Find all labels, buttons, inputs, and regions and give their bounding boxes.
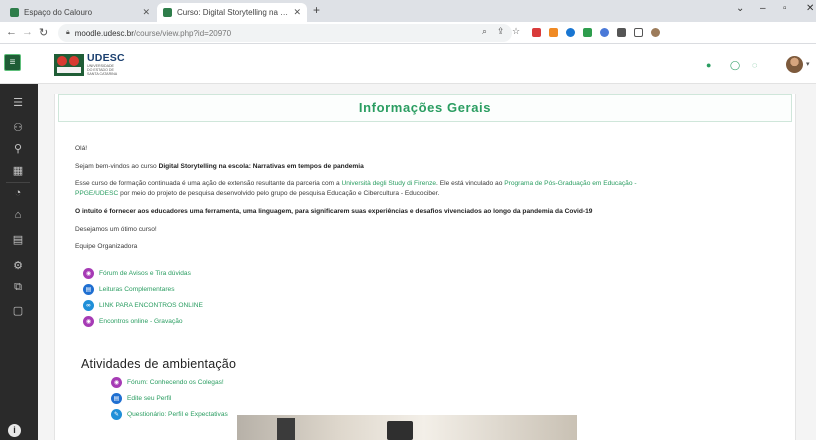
- address-toolbar: ← → ↻ 🔒︎ moodle.udesc.br/course/view.php…: [0, 22, 816, 44]
- activity-questionario[interactable]: ✎ Questionário: Perfil e Expectativas: [111, 409, 228, 420]
- intent-text: O intuito é fornecer aos educadores uma …: [75, 208, 593, 215]
- banner-shape: [387, 421, 413, 440]
- unifi-link[interactable]: Università degli Study di Firenze: [341, 180, 436, 187]
- forum-icon: ◉: [83, 316, 94, 327]
- zoom-icon[interactable]: ⌕: [482, 26, 487, 37]
- profile-avatar-icon[interactable]: [651, 28, 660, 37]
- udesc-logo-icon: [54, 54, 84, 76]
- close-window-icon[interactable]: ✕: [806, 3, 814, 14]
- forum-icon: ◉: [111, 377, 122, 388]
- drawer-divider: [6, 182, 30, 183]
- content-bank-icon[interactable]: ⧉: [10, 281, 26, 294]
- lock-icon: 🔒︎: [66, 29, 70, 36]
- close-tab-icon[interactable]: ✕: [142, 7, 150, 18]
- browser-tab-curso[interactable]: Curso: Digital Storytelling na Esc ✕: [157, 3, 307, 22]
- course-banner-image: [237, 415, 577, 440]
- main-region: Informações Gerais Olá! Sejam bem-vindos…: [38, 84, 816, 440]
- grades-icon[interactable]: ▦: [10, 164, 26, 177]
- minimize-icon[interactable]: –: [760, 3, 766, 14]
- maximize-icon[interactable]: ▫: [783, 3, 787, 14]
- info-icon[interactable]: i: [8, 424, 21, 437]
- chat-status-icon[interactable]: ●: [706, 60, 711, 70]
- welcome-text: Sejam bem-vindos ao curso Digital Storyt…: [75, 163, 364, 170]
- url-field[interactable]: 🔒︎ moodle.udesc.br/course/view.php?id=20…: [58, 24, 512, 42]
- activity-edite-perfil[interactable]: ▤ Edite seu Perfil: [111, 393, 171, 404]
- share-icon[interactable]: ⇪: [497, 26, 505, 37]
- wish-text: Desejamos um ótimo curso!: [75, 226, 157, 233]
- url-path: /course/view.php?id=20970: [133, 28, 232, 38]
- course-content: Informações Gerais Olá! Sejam bem-vindos…: [54, 94, 796, 440]
- reload-icon[interactable]: ↻: [39, 26, 48, 39]
- sidebar-icon[interactable]: [634, 28, 643, 37]
- activity-gravacao[interactable]: ◉ Encontros online - Gravação: [83, 316, 183, 327]
- browser-tab-strip: Espaço do Calouro ✕ Curso: Digital Story…: [0, 0, 816, 22]
- tab-title: Curso: Digital Storytelling na Esc: [177, 8, 290, 17]
- moodle-favicon-icon: [163, 8, 172, 17]
- udesc-logo[interactable]: UDESC UNIVERSIDADE DO ESTADO DE SANTA CA…: [87, 52, 125, 77]
- quiz-icon: ✎: [111, 409, 122, 420]
- tab-title: Espaço do Calouro: [24, 8, 93, 17]
- close-tab-icon[interactable]: ✕: [293, 7, 301, 18]
- description-line-2: PPGE/UDESC por meio do projeto de pesqui…: [75, 190, 440, 197]
- participants-icon[interactable]: ⚇: [10, 121, 26, 134]
- activity-forum-colegas[interactable]: ◉ Fórum: Conhecendo os Colegas!: [111, 377, 224, 388]
- extensions-puzzle-icon[interactable]: [617, 28, 626, 37]
- page-icon: ▤: [83, 284, 94, 295]
- browser-tab-espaco[interactable]: Espaço do Calouro ✕: [4, 3, 156, 22]
- chevron-down-icon[interactable]: ▾: [806, 60, 810, 68]
- dashboard-icon[interactable]: ◔: [10, 187, 26, 199]
- url-link-icon: ∞: [83, 300, 94, 311]
- extension-icon[interactable]: [583, 28, 592, 37]
- url-host: moodle.udesc.br: [74, 28, 134, 38]
- ambientacao-heading: Atividades de ambientação: [81, 357, 237, 371]
- activity-link-encontros[interactable]: ∞ LINK PARA ENCONTROS ONLINE: [83, 300, 203, 311]
- section-title: Informações Gerais: [58, 94, 792, 122]
- banner-shape: [277, 418, 295, 440]
- notifications-bell-icon[interactable]: ◯: [730, 60, 740, 71]
- user-avatar[interactable]: [786, 56, 803, 73]
- list-icon[interactable]: ☰: [10, 96, 26, 109]
- logo-subline: SANTA CATARINA: [87, 72, 118, 77]
- home-icon[interactable]: ⌂: [10, 209, 26, 221]
- moodle-navbar: ≡ UDESC UNIVERSIDADE DO ESTADO DE SANTA …: [0, 44, 816, 84]
- forward-icon[interactable]: →: [22, 26, 33, 38]
- description-line-1: Esse curso de formação continuada é uma …: [75, 180, 637, 187]
- team-text: Equipe Organizadora: [75, 243, 138, 250]
- calendar-icon[interactable]: ▤: [10, 233, 26, 246]
- forum-icon: ◉: [83, 268, 94, 279]
- bookmark-star-icon[interactable]: ☆: [512, 26, 520, 37]
- extension-icon[interactable]: [600, 28, 609, 37]
- drawer-toggle-button[interactable]: ≡: [4, 54, 21, 71]
- greeting-text: Olá!: [75, 145, 88, 152]
- extension-icon[interactable]: [532, 28, 541, 37]
- extension-icon[interactable]: [549, 28, 558, 37]
- activity-leituras[interactable]: ▤ Leituras Complementares: [83, 284, 175, 295]
- ppge-udesc-link[interactable]: PPGE/UDESC: [75, 190, 118, 197]
- moodle-favicon-icon: [10, 8, 19, 17]
- activity-forum-avisos[interactable]: ◉ Fórum de Avisos e Tira dúvidas: [83, 268, 191, 279]
- back-icon[interactable]: ←: [6, 26, 17, 38]
- badge-icon[interactable]: ⚲: [10, 142, 26, 155]
- nav-drawer: ☰ ⚇ ⚲ ▦ ◔ ⌂ ▤ ⚙ ⧉ ▢ i: [0, 84, 38, 440]
- messages-icon[interactable]: ◌: [752, 60, 757, 70]
- courses-icon[interactable]: ⚙: [10, 259, 26, 272]
- extension-icon[interactable]: [566, 28, 575, 37]
- tab-search-icon[interactable]: ⌄: [736, 3, 744, 14]
- files-icon[interactable]: ▢: [10, 304, 26, 317]
- ppge-link[interactable]: Programa de Pós-Graduação em Educação -: [504, 180, 636, 187]
- logo-name: UDESC: [87, 52, 125, 64]
- page-icon: ▤: [111, 393, 122, 404]
- new-tab-button[interactable]: +: [313, 3, 320, 17]
